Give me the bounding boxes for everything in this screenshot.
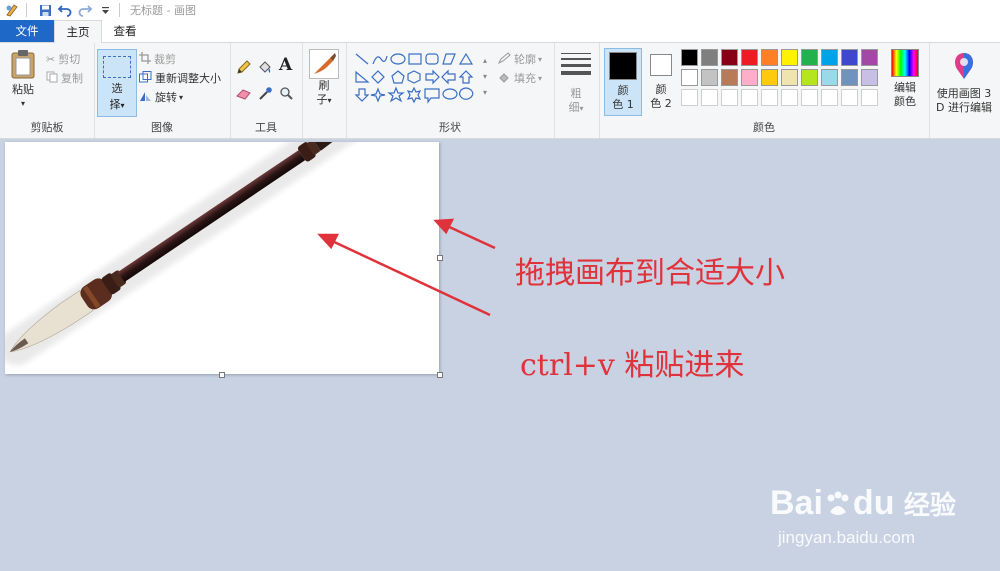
watermark-cn: 经验 xyxy=(903,491,956,521)
watermark-url: jingyan.baidu.com xyxy=(778,528,916,547)
watermark-paw-icon xyxy=(823,490,853,520)
annotation-paste: ctrl+v 粘贴进来 xyxy=(520,348,745,383)
watermark-bai: Bai xyxy=(770,484,823,522)
annotation-drag-canvas: 拖拽画布到合适大小 xyxy=(515,256,785,291)
watermark-brand: Bai du 经验 xyxy=(770,484,956,523)
watermark-du: du xyxy=(852,484,895,522)
